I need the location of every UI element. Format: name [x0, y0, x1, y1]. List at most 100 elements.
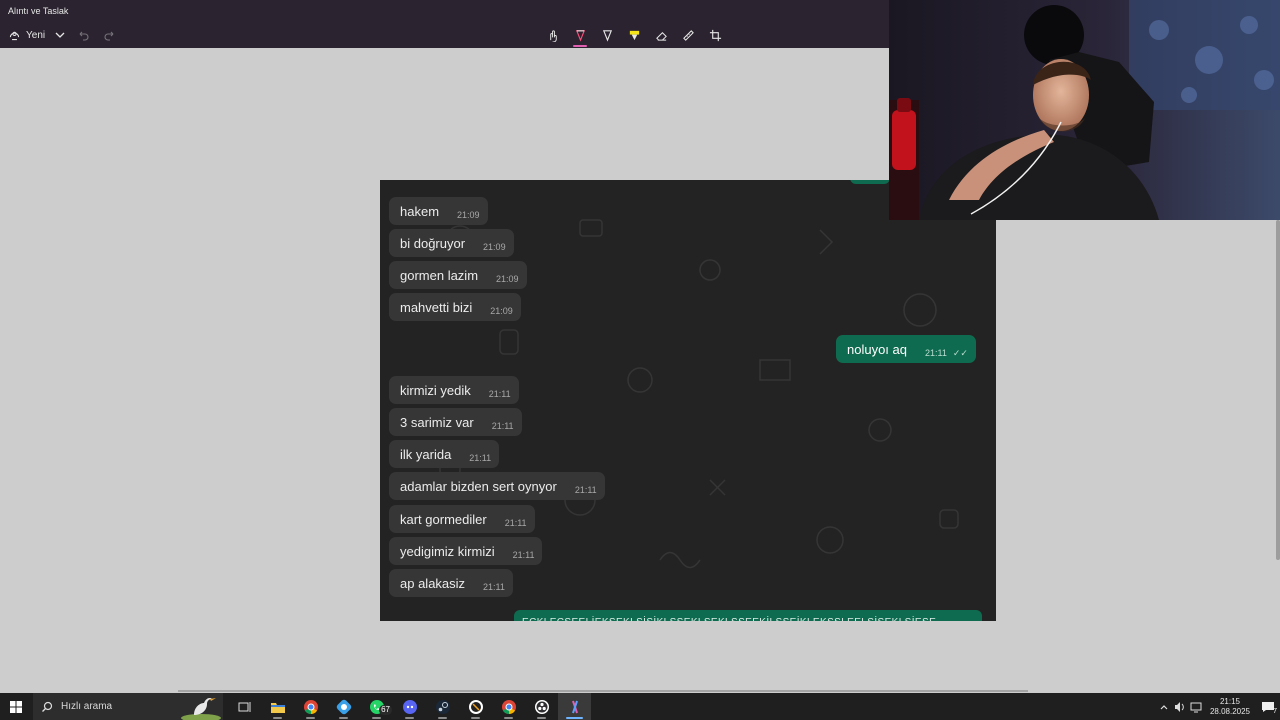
- chevron-down-icon[interactable]: [54, 28, 66, 42]
- chrome-icon: [303, 699, 318, 714]
- message-time: 21:11: [925, 348, 947, 358]
- incoming-message[interactable]: 3 sarimiz var 21:11: [389, 408, 522, 436]
- tool-app-icon: [336, 699, 351, 714]
- search-icon: [42, 701, 53, 712]
- ruler-tool[interactable]: [678, 25, 698, 45]
- pencil-icon: [602, 29, 612, 42]
- message-time: 21:11: [488, 389, 511, 399]
- eraser-tool[interactable]: [651, 25, 671, 45]
- message-text: yedigimiz kirmizi: [400, 543, 495, 559]
- folder-icon: [270, 702, 285, 713]
- search-highlight-bird-icon: [181, 698, 221, 720]
- new-snip-button[interactable]: Yeni: [8, 26, 45, 44]
- chrome-icon: [501, 699, 516, 714]
- new-snip-label: Yeni: [26, 29, 46, 41]
- undo-icon[interactable]: [77, 28, 89, 42]
- vertical-scrollbar[interactable]: [1276, 220, 1280, 560]
- clock-time: 21:15: [1219, 696, 1241, 706]
- whatsapp-unread-badge: 67: [379, 705, 392, 715]
- task-view-icon: [238, 701, 250, 712]
- chrome-app-2[interactable]: [492, 693, 525, 720]
- message-text: ilk yarida: [400, 446, 452, 462]
- message-time: 21:09: [457, 210, 480, 220]
- message-time: 21:09: [496, 274, 519, 284]
- discord-app[interactable]: [393, 693, 426, 720]
- crop-icon: [709, 29, 721, 41]
- start-button[interactable]: [0, 693, 32, 720]
- message-time: 21:11: [504, 518, 527, 528]
- incoming-message[interactable]: ilk yarida 21:11: [389, 440, 500, 468]
- message-time: 21:11: [483, 582, 505, 592]
- taskbar-clock[interactable]: 21:15 28.08.2025: [1208, 697, 1252, 717]
- message-time: 21:11: [491, 421, 514, 431]
- steam-app[interactable]: [426, 693, 459, 720]
- eraser-icon: [655, 31, 667, 41]
- obs-app[interactable]: [525, 693, 558, 720]
- counter-strike-icon: [468, 699, 483, 714]
- message-text: 3 sarimiz var: [400, 414, 474, 430]
- task-view-button[interactable]: [228, 693, 261, 720]
- notification-center-button[interactable]: 7: [1256, 693, 1280, 720]
- incoming-message[interactable]: gormen lazim 21:09: [389, 261, 527, 289]
- steam-icon: [435, 699, 450, 714]
- chevron-up-icon[interactable]: [1156, 693, 1172, 720]
- message-text: bi doğruyor: [400, 235, 466, 251]
- highlighter-tool[interactable]: [624, 25, 644, 45]
- taskbar: Hızlı arama 67 21:15 28.08.2025 7: [0, 693, 1280, 720]
- message-time: 21:09: [483, 242, 506, 252]
- ballpoint-pen-tool[interactable]: [570, 25, 590, 47]
- incoming-message[interactable]: kart gormediler 21:11: [389, 505, 535, 533]
- snipping-tool-icon: [571, 700, 578, 713]
- volume-icon[interactable]: [1172, 693, 1188, 720]
- blue-app[interactable]: [327, 693, 360, 720]
- highlighter-icon: [629, 30, 639, 40]
- file-explorer-app[interactable]: [261, 693, 294, 720]
- cut-off-outgoing-bubble: [850, 180, 890, 184]
- message-time: 21:11: [512, 550, 535, 560]
- incoming-message[interactable]: bi doğruyor 21:09: [389, 229, 514, 257]
- message-time: 21:11: [469, 453, 492, 463]
- message-text: adamlar bizden sert oynyor: [400, 478, 557, 494]
- taskbar-apps: 67: [228, 693, 591, 720]
- drawing-tools: [543, 25, 725, 47]
- message-text: kirmizi yedik: [400, 382, 471, 398]
- cut-off-outgoing-message: ECKLECSEELİEKSEKLSİSİKLSSEKLSEKLSSEEKİLS…: [514, 610, 982, 621]
- incoming-message[interactable]: kirmizi yedik 21:11: [389, 376, 519, 404]
- message-text: mahvetti bizi: [400, 299, 473, 315]
- read-receipt-icon: ✓✓: [952, 347, 968, 358]
- search-placeholder: Hızlı arama: [61, 701, 113, 712]
- message-text: kart gormediler: [400, 511, 487, 527]
- message-text: hakem: [400, 203, 440, 219]
- message-text: ap alakasiz: [400, 575, 466, 591]
- system-tray: 21:15 28.08.2025 7: [1156, 693, 1280, 720]
- horizontal-scrollbar[interactable]: [178, 690, 1028, 692]
- snip-icon: [9, 31, 20, 40]
- chrome-app[interactable]: [294, 693, 327, 720]
- network-icon[interactable]: [1188, 693, 1204, 720]
- obs-icon: [534, 699, 549, 714]
- incoming-message[interactable]: hakem 21:09: [389, 197, 488, 225]
- pencil-tool[interactable]: [597, 25, 617, 45]
- touch-hand-icon: [549, 29, 557, 42]
- streamer-webcam-image: [889, 0, 1280, 220]
- discord-icon: [402, 699, 417, 714]
- pen-icon: [575, 29, 585, 42]
- incoming-message[interactable]: ap alakasiz 21:11: [389, 569, 513, 597]
- message-text: gormen lazim: [400, 267, 479, 283]
- notification-count: 7: [1273, 708, 1277, 715]
- snipping-tool-app[interactable]: [558, 693, 591, 720]
- message-time: 21:09: [490, 306, 513, 316]
- outgoing-message[interactable]: noluyoı aq 21:11 ✓✓: [836, 335, 976, 363]
- message-time: 21:11: [574, 485, 597, 495]
- incoming-message[interactable]: mahvetti bizi 21:09: [389, 293, 521, 321]
- redo-icon[interactable]: [104, 28, 116, 42]
- message-text: noluyoı aq: [847, 341, 907, 357]
- clock-date: 28.08.2025: [1209, 706, 1251, 716]
- crop-tool[interactable]: [705, 25, 725, 45]
- counter-strike-app[interactable]: [459, 693, 492, 720]
- whatsapp-app[interactable]: 67: [360, 693, 393, 720]
- incoming-message[interactable]: yedigimiz kirmizi 21:11: [389, 537, 543, 565]
- incoming-message[interactable]: adamlar bizden sert oynyor 21:11: [389, 472, 605, 500]
- touch-writing-tool[interactable]: [543, 25, 563, 45]
- windows-logo-icon: [10, 700, 22, 713]
